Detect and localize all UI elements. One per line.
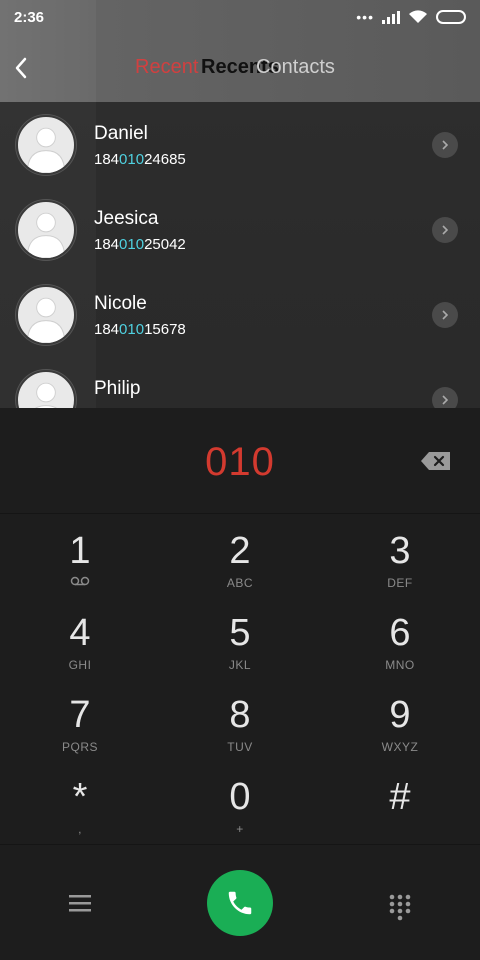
key-letters: GHI: [68, 658, 92, 672]
person-icon: [26, 297, 66, 343]
key-digit: 2: [229, 530, 251, 572]
list-item[interactable]: Philip: [0, 357, 480, 408]
list-item[interactable]: Daniel 18401024685: [0, 102, 480, 187]
contact-list[interactable]: Daniel 18401024685 Jeesica 18401025042 N…: [0, 102, 480, 408]
key-6[interactable]: 6 MNO: [320, 596, 480, 678]
contact-name: Philip: [94, 378, 141, 399]
dial-display: 010: [0, 408, 480, 514]
key-digit: 3: [389, 530, 411, 572]
avatar: [16, 285, 76, 345]
key-letters: WXYZ: [381, 740, 419, 754]
avatar: [16, 200, 76, 260]
person-icon: [26, 212, 66, 258]
key-3[interactable]: 3 DEF: [320, 514, 480, 596]
key-digit: *: [72, 776, 88, 818]
key-digit: 6: [389, 612, 411, 654]
key-letters: ABC: [226, 576, 254, 590]
key-digit: #: [389, 776, 411, 818]
person-icon: [35, 382, 57, 408]
tab-contacts[interactable]: Contacts: [256, 56, 345, 79]
key-9[interactable]: 9 WXYZ: [320, 678, 480, 760]
keypad: 1 2 ABC 3 DEF 4 GHI 5 JKL 6 MNO 7 PQRS 8…: [0, 514, 480, 844]
key-0[interactable]: 0 +: [160, 760, 320, 842]
key-digit: 5: [229, 612, 251, 654]
key-7[interactable]: 7 PQRS: [0, 678, 160, 760]
menu-icon[interactable]: [68, 893, 92, 913]
key-digit: 9: [389, 694, 411, 736]
signal-icon: [382, 10, 400, 24]
key-star[interactable]: * ,: [0, 760, 160, 842]
details-chevron-icon[interactable]: [432, 387, 458, 408]
key-digit: 4: [69, 612, 91, 654]
key-8[interactable]: 8 TUV: [160, 678, 320, 760]
list-item[interactable]: Jeesica 18401025042: [0, 187, 480, 272]
contact-number: 18401015678: [94, 321, 186, 338]
battery-icon: [436, 10, 466, 24]
key-letters: TUV: [227, 740, 253, 754]
call-button[interactable]: [207, 870, 273, 936]
key-1[interactable]: 1: [0, 514, 160, 596]
key-letters: +: [236, 822, 244, 836]
more-dots-icon: •••: [356, 9, 374, 25]
phone-icon: [228, 891, 252, 915]
key-letters: ,: [78, 822, 82, 836]
tab-contacts-label: Contacts: [256, 56, 335, 78]
person-icon: [26, 127, 66, 173]
details-chevron-icon[interactable]: [432, 132, 458, 158]
status-bar: 2:36 •••: [0, 0, 480, 34]
dialer-bottom-bar: [0, 844, 480, 960]
voicemail-icon: [70, 576, 90, 586]
key-digit: 0: [229, 776, 251, 818]
contact-name: Daniel: [94, 123, 148, 144]
contact-number: 18401024685: [94, 151, 186, 168]
key-digit: 7: [69, 694, 91, 736]
key-hash[interactable]: #: [320, 760, 480, 842]
contact-name: Jeesica: [94, 208, 159, 229]
key-letters: MNO: [385, 658, 415, 672]
key-letters: PQRS: [61, 740, 98, 754]
backspace-icon[interactable]: [420, 450, 452, 472]
avatar: [16, 115, 76, 175]
status-icons: •••: [356, 9, 466, 25]
wifi-icon: [409, 10, 427, 23]
key-4[interactable]: 4 GHI: [0, 596, 160, 678]
entered-number[interactable]: 010: [0, 440, 480, 485]
key-digit: 8: [229, 694, 251, 736]
tab-bar: Recent Recents Contacts: [0, 56, 480, 84]
avatar: [16, 370, 76, 408]
key-letters: DEF: [387, 576, 413, 590]
details-chevron-icon[interactable]: [432, 302, 458, 328]
list-item[interactable]: Nicole 18401015678: [0, 272, 480, 357]
tab-recents-ghost: Recent: [135, 56, 199, 78]
dialpad-icon[interactable]: [388, 893, 412, 921]
status-time: 2:36: [14, 9, 45, 26]
key-2[interactable]: 2 ABC: [160, 514, 320, 596]
contact-number: 18401025042: [94, 236, 186, 253]
header-area: 2:36 ••• Recent Recents Contacts: [0, 0, 480, 102]
details-chevron-icon[interactable]: [432, 217, 458, 243]
key-5[interactable]: 5 JKL: [160, 596, 320, 678]
key-letters: JKL: [228, 658, 252, 672]
contact-name: Nicole: [94, 293, 147, 314]
dialer: 010 1 2 ABC 3 DEF 4 GHI 5 JKL 6 MNO 7 PQ…: [0, 408, 480, 960]
key-digit: 1: [69, 530, 91, 572]
